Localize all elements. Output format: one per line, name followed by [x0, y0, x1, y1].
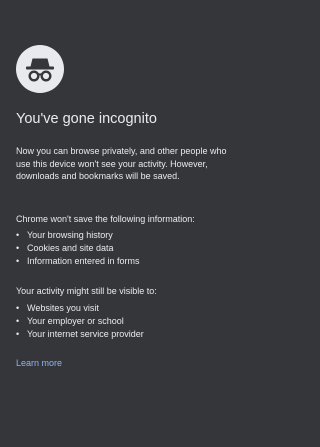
bullet: •: [16, 316, 20, 326]
not-saved-list: • Your browsing history • Cookies and si…: [16, 229, 140, 268]
learn-more-link[interactable]: Learn more: [16, 357, 62, 369]
list-item-label: Your browsing history: [27, 230, 113, 240]
intro-text: Now you can browse privately, and other …: [16, 146, 227, 181]
visible-to-heading: Your activity might still be visible to:: [16, 286, 157, 296]
bullet: •: [16, 329, 20, 339]
list-item-label: Your internet service provider: [27, 329, 144, 339]
list-item: • Cookies and site data: [16, 242, 140, 255]
incognito-icon: [16, 45, 64, 93]
list-item: • Your browsing history: [16, 229, 140, 242]
bullet: •: [16, 256, 20, 266]
list-item-label: Websites you visit: [27, 303, 99, 313]
list-item-label: Your employer or school: [27, 316, 124, 326]
bullet: •: [16, 243, 20, 253]
list-item: • Information entered in forms: [16, 255, 140, 268]
list-item: • Your employer or school: [16, 315, 144, 328]
not-saved-heading: Chrome won't save the following informat…: [16, 214, 195, 224]
bullet: •: [16, 303, 20, 313]
list-item-label: Information entered in forms: [27, 256, 140, 266]
list-item: • Websites you visit: [16, 302, 144, 315]
incognito-page: You've gone incognito Now you can browse…: [0, 0, 240, 447]
list-item-label: Cookies and site data: [27, 243, 114, 253]
page-title: You've gone incognito: [16, 111, 157, 127]
list-item: • Your internet service provider: [16, 328, 144, 341]
bullet: •: [16, 230, 20, 240]
visible-to-list: • Websites you visit • Your employer or …: [16, 302, 144, 341]
